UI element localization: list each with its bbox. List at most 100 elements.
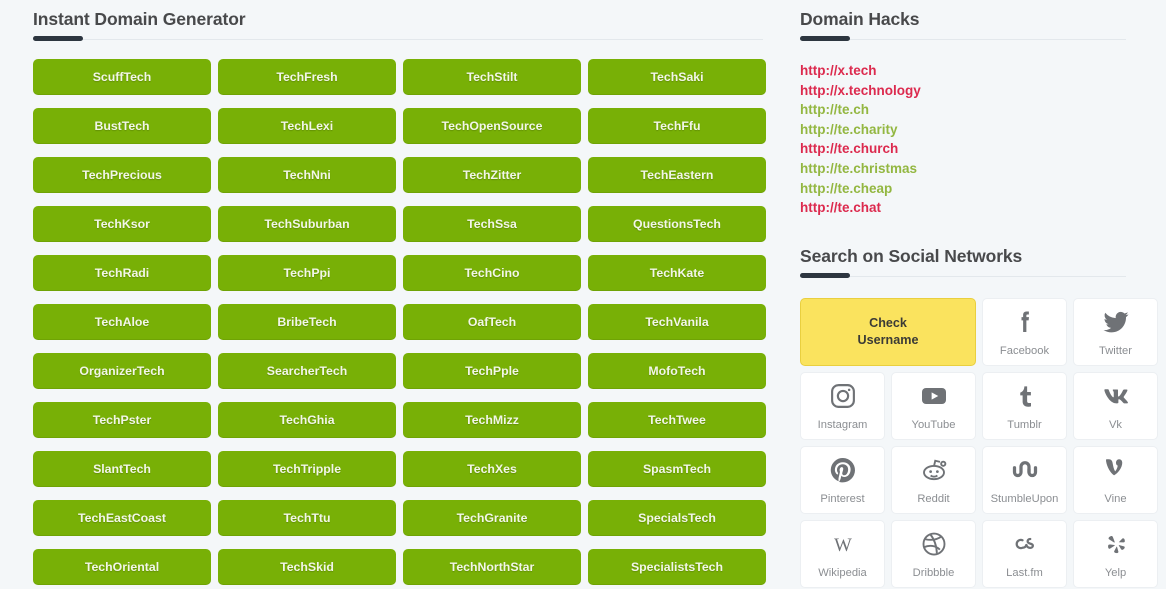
social-network-tile[interactable]: Vk: [1073, 372, 1158, 440]
domain-suggestion-button[interactable]: TechOriental: [33, 549, 211, 585]
lastfm-icon: [1010, 521, 1040, 567]
social-network-label: Yelp: [1105, 567, 1126, 580]
domain-suggestion-button[interactable]: TechRadi: [33, 255, 211, 291]
domain-suggestion-button[interactable]: TechLexi: [218, 108, 396, 144]
social-network-label: Pinterest: [820, 493, 864, 506]
social-networks-header: Search on Social Networks: [792, 237, 1166, 282]
dribbble-icon: [919, 521, 949, 567]
domain-suggestion-button[interactable]: TechXes: [403, 451, 581, 487]
domain-suggestion-button[interactable]: TechSuburban: [218, 206, 396, 242]
domain-hacks-list: http://x.techhttp://x.technologyhttp://t…: [792, 61, 1166, 218]
domain-suggestion-button[interactable]: TechFfu: [588, 108, 766, 144]
social-network-tile[interactable]: Last.fm: [982, 520, 1067, 588]
social-network-tile[interactable]: Pinterest: [800, 446, 885, 514]
domain-suggestion-button[interactable]: TechStilt: [403, 59, 581, 95]
vine-icon: [1101, 447, 1131, 493]
domain-suggestion-button[interactable]: TechTwee: [588, 402, 766, 438]
domain-suggestion-button[interactable]: TechSkid: [218, 549, 396, 585]
domain-suggestion-button[interactable]: TechEastern: [588, 157, 766, 193]
domain-suggestion-button[interactable]: SpecialsTech: [588, 500, 766, 536]
domain-hack-link[interactable]: http://te.chat: [800, 198, 1166, 218]
domain-suggestion-button[interactable]: ScuffTech: [33, 59, 211, 95]
domain-suggestion-button[interactable]: TechVanila: [588, 304, 766, 340]
domain-suggestion-button[interactable]: TechSaki: [588, 59, 766, 95]
youtube-icon: [919, 373, 949, 419]
social-network-tile[interactable]: Vine: [1073, 446, 1158, 514]
domain-suggestion-button[interactable]: BribeTech: [218, 304, 396, 340]
title-underline-light: [33, 39, 763, 40]
vk-icon: [1101, 373, 1131, 419]
facebook-icon: [1010, 299, 1040, 345]
domain-suggestion-button[interactable]: BustTech: [33, 108, 211, 144]
domain-suggestion-button[interactable]: SlantTech: [33, 451, 211, 487]
social-network-label: Dribbble: [913, 567, 955, 580]
domain-hack-link[interactable]: http://te.cheap: [800, 179, 1166, 199]
domain-suggestion-button[interactable]: TechFresh: [218, 59, 396, 95]
domain-suggestions-grid: ScuffTechTechFreshTechStiltTechSaki BustT…: [0, 59, 785, 585]
domain-suggestion-button[interactable]: TechGranite: [403, 500, 581, 536]
social-network-tile[interactable]: Yelp: [1073, 520, 1158, 588]
domain-suggestion-button[interactable]: TechTripple: [218, 451, 396, 487]
domain-hack-link[interactable]: http://x.tech: [800, 61, 1166, 81]
social-network-label: Vine: [1104, 493, 1126, 506]
domain-suggestion-button[interactable]: TechPple: [403, 353, 581, 389]
domain-suggestion-button[interactable]: SpasmTech: [588, 451, 766, 487]
domain-suggestion-button[interactable]: TechNorthStar: [403, 549, 581, 585]
check-username-button[interactable]: Check Username: [800, 298, 976, 366]
domain-hacks-title: Domain Hacks: [800, 8, 1166, 30]
domain-hack-link[interactable]: http://te.ch: [800, 100, 1166, 120]
social-network-tile[interactable]: StumbleUpon: [982, 446, 1067, 514]
domain-suggestion-button[interactable]: TechKsor: [33, 206, 211, 242]
domain-suggestion-button[interactable]: TechMizz: [403, 402, 581, 438]
domain-hack-link[interactable]: http://te.charity: [800, 120, 1166, 140]
domain-suggestion-button[interactable]: TechTtu: [218, 500, 396, 536]
generator-header: Instant Domain Generator: [0, 0, 785, 45]
tumblr-icon: [1010, 373, 1040, 419]
domain-suggestion-button[interactable]: MofoTech: [588, 353, 766, 389]
wikipedia-icon: W: [828, 521, 858, 567]
pinterest-icon: [828, 447, 858, 493]
domain-suggestion-button[interactable]: TechGhia: [218, 402, 396, 438]
domain-suggestion-button[interactable]: TechSsa: [403, 206, 581, 242]
domain-suggestion-button[interactable]: SearcherTech: [218, 353, 396, 389]
page-title: Instant Domain Generator: [33, 8, 785, 30]
domain-suggestion-button[interactable]: TechCino: [403, 255, 581, 291]
social-network-label: YouTube: [912, 419, 956, 432]
svg-text:W: W: [834, 535, 852, 556]
social-network-label: Wikipedia: [818, 567, 867, 580]
social-network-tile[interactable]: Instagram: [800, 372, 885, 440]
social-network-tile[interactable]: Tumblr: [982, 372, 1067, 440]
check-username-line2: Username: [858, 332, 919, 349]
domain-hack-link[interactable]: http://te.church: [800, 139, 1166, 159]
domain-suggestion-button[interactable]: TechZitter: [403, 157, 581, 193]
domain-suggestion-button[interactable]: OafTech: [403, 304, 581, 340]
domain-suggestion-button[interactable]: TechPrecious: [33, 157, 211, 193]
social-network-tile[interactable]: Dribbble: [891, 520, 976, 588]
sidebar: Domain Hacks http://x.techhttp://x.techn…: [785, 0, 1166, 589]
domain-suggestion-button[interactable]: TechKate: [588, 255, 766, 291]
social-network-label: Instagram: [818, 419, 868, 432]
domain-suggestion-button[interactable]: TechPpi: [218, 255, 396, 291]
title-underline-accent: [33, 36, 83, 41]
domain-suggestion-button[interactable]: TechOpenSource: [403, 108, 581, 144]
domain-suggestion-button[interactable]: TechNni: [218, 157, 396, 193]
social-network-tile[interactable]: W Wikipedia: [800, 520, 885, 588]
social-network-tile[interactable]: Twitter: [1073, 298, 1158, 366]
social-network-label: Tumblr: [1007, 419, 1041, 432]
yelp-icon: [1101, 521, 1131, 567]
domain-suggestion-button[interactable]: SpecialistsTech: [588, 549, 766, 585]
check-username-line1: Check: [858, 315, 919, 332]
domain-suggestion-button[interactable]: TechAloe: [33, 304, 211, 340]
domain-suggestion-button[interactable]: OrganizerTech: [33, 353, 211, 389]
domain-suggestion-button[interactable]: TechPster: [33, 402, 211, 438]
domain-suggestion-button[interactable]: TechEastCoast: [33, 500, 211, 536]
social-network-tile[interactable]: Facebook: [982, 298, 1067, 366]
stumbleupon-icon: [1010, 447, 1040, 493]
social-network-tile[interactable]: Reddit: [891, 446, 976, 514]
domain-suggestion-button[interactable]: QuestionsTech: [588, 206, 766, 242]
social-networks-title: Search on Social Networks: [800, 245, 1166, 267]
domain-hack-link[interactable]: http://x.technology: [800, 81, 1166, 101]
domain-hack-link[interactable]: http://te.christmas: [800, 159, 1166, 179]
social-networks-underline: [800, 273, 1126, 282]
social-network-tile[interactable]: YouTube: [891, 372, 976, 440]
